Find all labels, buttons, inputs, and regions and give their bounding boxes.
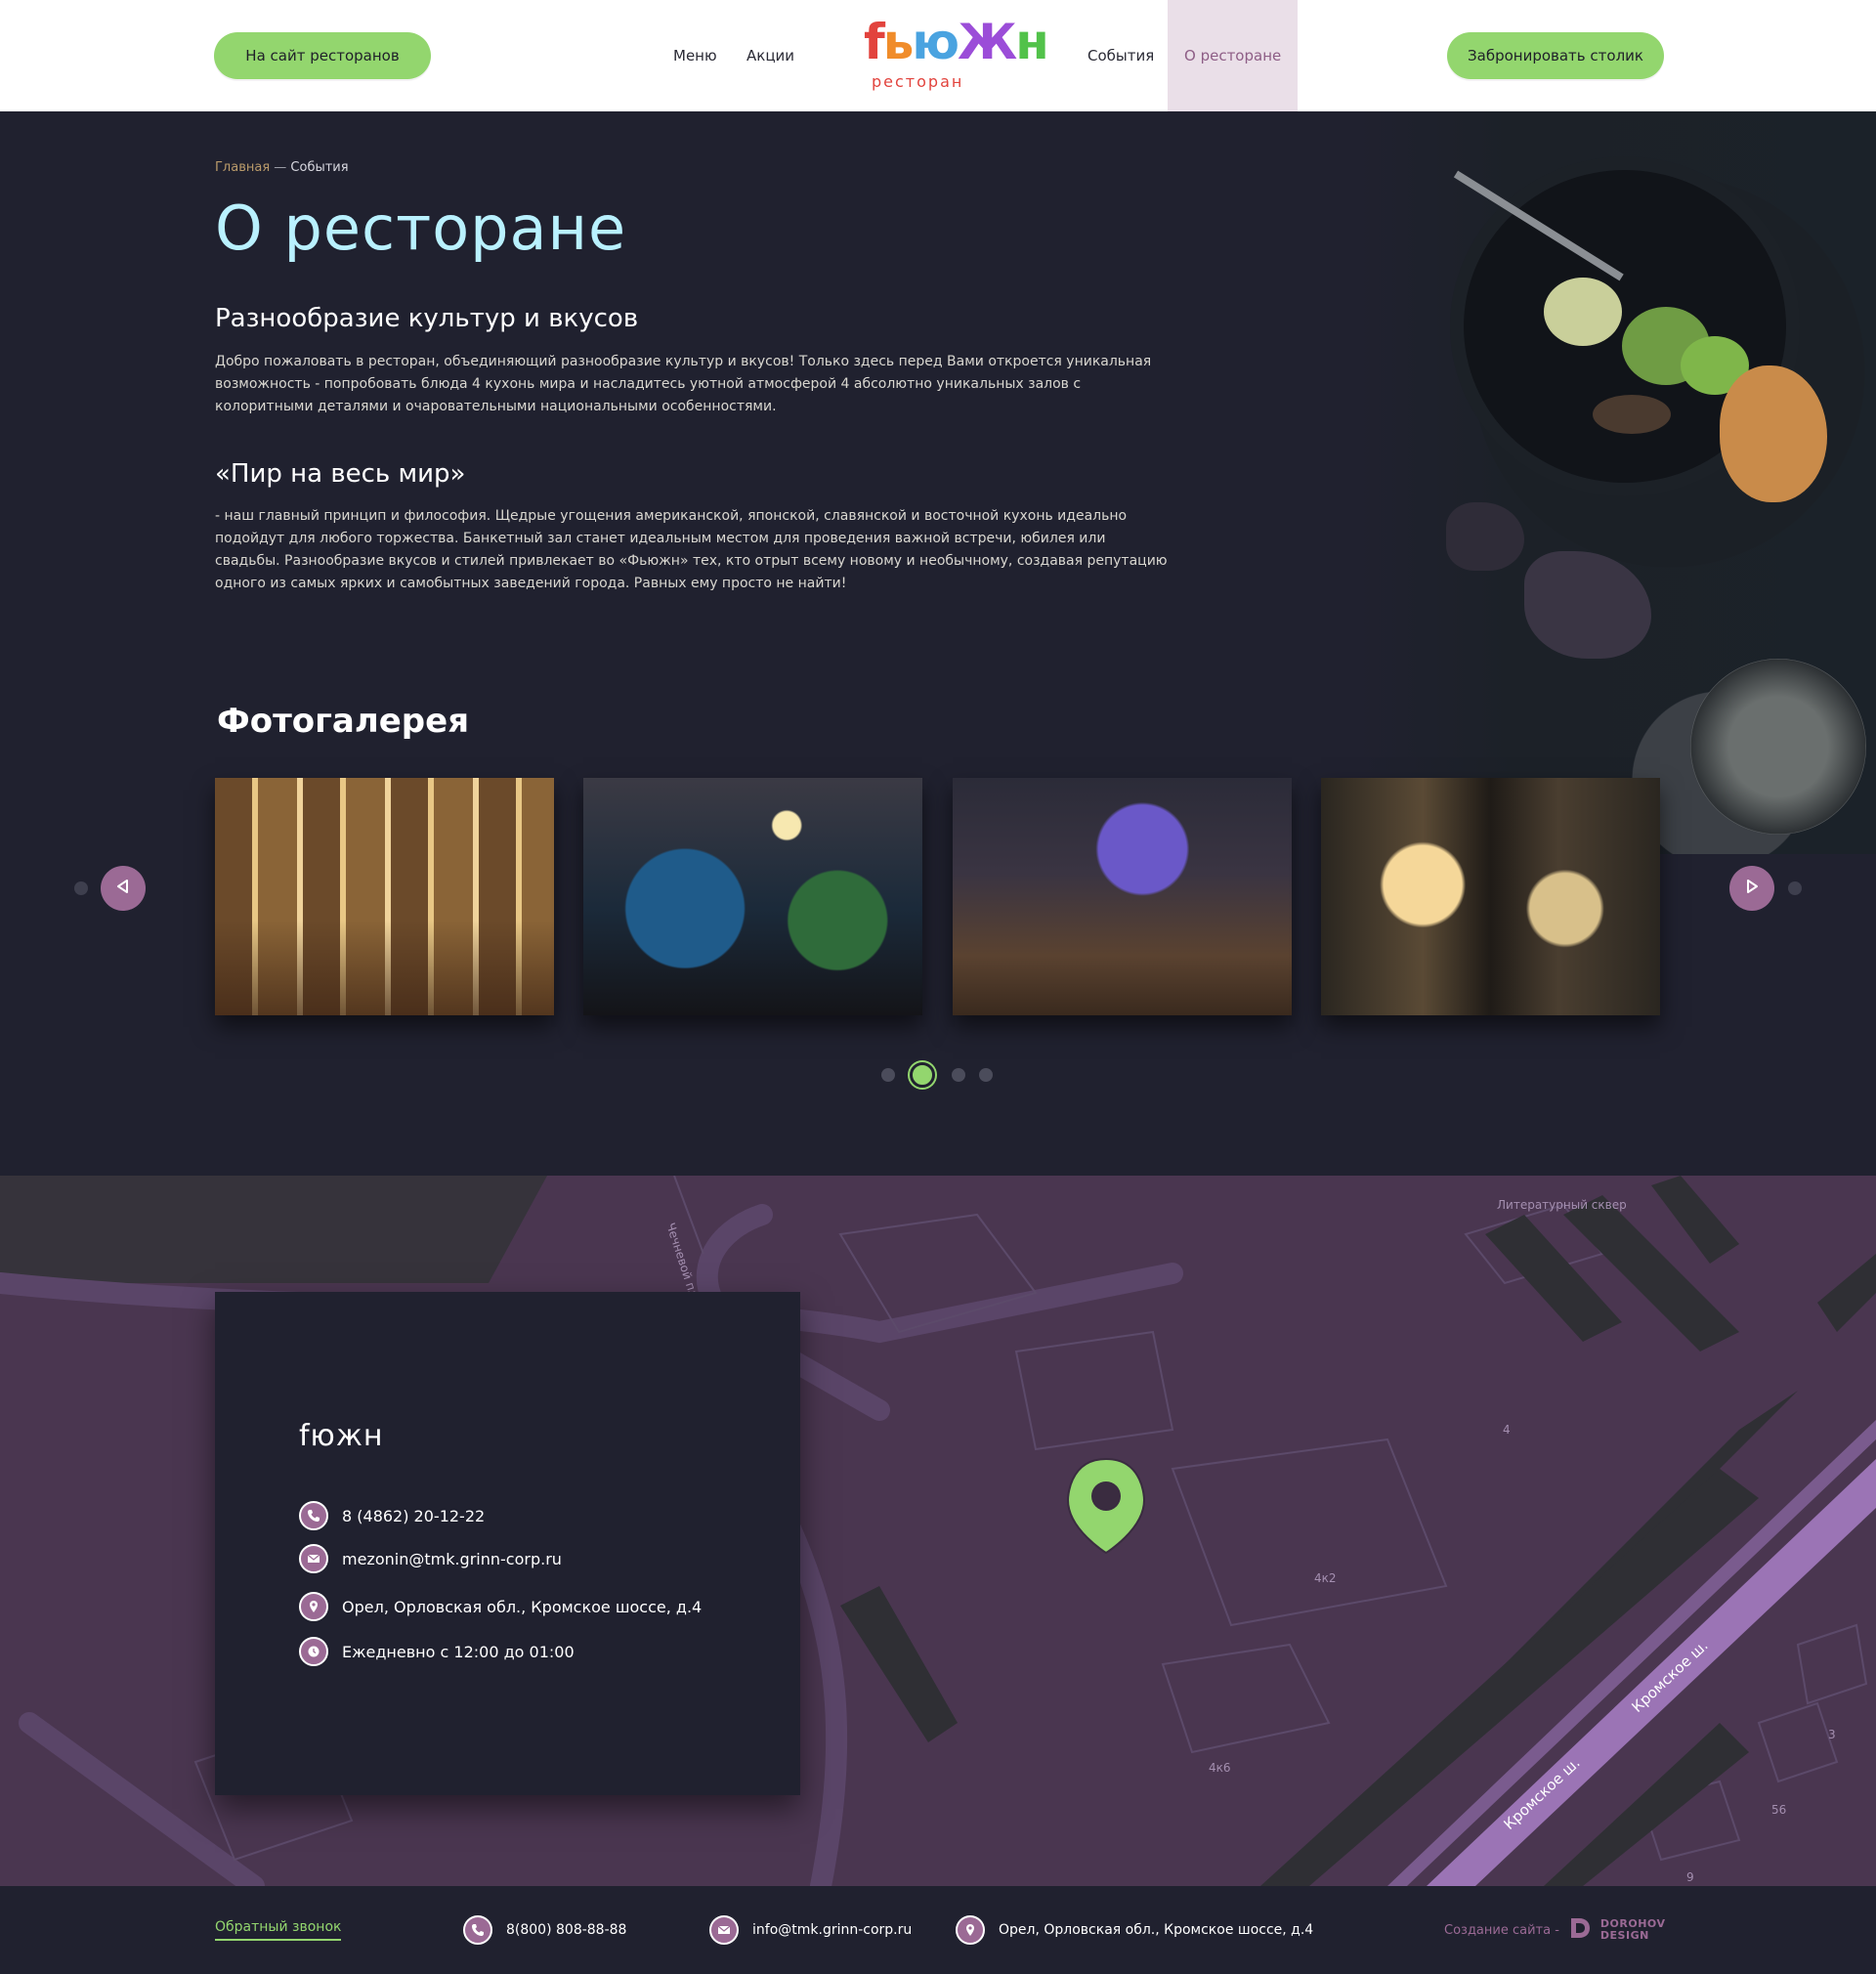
credit-text: Создание сайта - [1444, 1922, 1559, 1938]
gallery-photo[interactable] [1321, 778, 1660, 1015]
gallery-side-dot-left [74, 881, 88, 895]
site-logo[interactable]: fьюЖн ресторан [864, 14, 1049, 96]
site-credit[interactable]: Создание сайта - DOROHOV DESIGN [1444, 1886, 1665, 1974]
credit-brand: DOROHOV DESIGN [1599, 1917, 1666, 1942]
restaurants-site-button[interactable]: На сайт ресторанов [214, 32, 431, 79]
map-label-park: Литературный сквер [1497, 1198, 1627, 1212]
gallery-photo[interactable] [583, 778, 922, 1015]
location-pin-icon [956, 1915, 985, 1945]
contact-hours-text: Ежедневно с 12:00 до 01:00 [342, 1642, 575, 1661]
envelope-icon [709, 1915, 739, 1945]
map-label-building: 4 [1503, 1423, 1511, 1437]
location-pin-icon [299, 1592, 328, 1621]
section-heading-cultures: Разнообразие культур и вкусов [215, 304, 639, 333]
footer-email-text: info@tmk.grinn-corp.ru [752, 1922, 913, 1938]
map-label-building: 4к2 [1314, 1571, 1337, 1585]
contact-phone-text: 8 (4862) 20-12-22 [342, 1506, 486, 1525]
gallery-title: Фотогалерея [217, 702, 470, 741]
book-table-button[interactable]: Забронировать столик [1447, 32, 1664, 79]
gallery-next-button[interactable] [1729, 866, 1774, 911]
map-label-building: 3 [1828, 1728, 1836, 1741]
breadcrumb-current: События [290, 160, 349, 175]
map-pin-icon[interactable] [1066, 1457, 1146, 1555]
contact-email[interactable]: mezonin@tmk.grinn-corp.ru [299, 1544, 562, 1573]
gallery-photo[interactable] [953, 778, 1292, 1015]
nav-about[interactable]: О ресторане [1168, 0, 1299, 111]
triangle-right-icon [1743, 878, 1761, 899]
site-header: На сайт ресторанов Меню Акции fьюЖн рест… [0, 0, 1876, 111]
contact-card-logo: fюжн [299, 1419, 384, 1453]
clock-icon [299, 1637, 328, 1666]
footer-phone[interactable]: 8(800) 808-88-88 [463, 1886, 626, 1974]
gallery-pager-dot-active[interactable] [910, 1062, 935, 1088]
map-label-building: 4к6 [1209, 1761, 1231, 1775]
section-heading-feast: «Пир на весь мир» [215, 459, 466, 489]
contact-hours: Ежедневно с 12:00 до 01:00 [299, 1637, 575, 1666]
logo-wordmark: fьюЖн [864, 14, 1049, 70]
footer-phone-text: 8(800) 808-88-88 [506, 1922, 627, 1938]
footer-address: Орел, Орловская обл., Кромское шоссе, д.… [956, 1886, 1313, 1974]
gallery-side-dot-right [1788, 881, 1802, 895]
map-label-building: 9 [1686, 1870, 1694, 1884]
gallery-pager-dot[interactable] [979, 1068, 993, 1082]
map-label-building: 56 [1771, 1803, 1786, 1817]
callback-link[interactable]: Обратный звонок [215, 1919, 342, 1941]
section-text-feast: - наш главный принцип и философия. Щедры… [215, 508, 1168, 591]
gallery-prev-button[interactable] [101, 866, 146, 911]
triangle-left-icon [114, 878, 132, 899]
gallery-photo[interactable] [215, 778, 554, 1015]
gallery-pager-dot[interactable] [881, 1068, 895, 1082]
gallery-pager-dot[interactable] [952, 1068, 965, 1082]
section-text-cultures: Добро пожаловать в ресторан, объединяющи… [215, 354, 1152, 414]
contact-email-text: mezonin@tmk.grinn-corp.ru [342, 1549, 562, 1568]
page-title: О ресторане [215, 193, 627, 264]
contact-address: Орел, Орловская обл., Кромское шоссе, д.… [299, 1592, 702, 1621]
breadcrumb-separator: — [270, 160, 291, 175]
footer-email[interactable]: info@tmk.grinn-corp.ru [709, 1886, 912, 1974]
breadcrumb: Главная — События [215, 160, 349, 175]
nav-promotions[interactable]: Акции [746, 0, 794, 111]
nav-menu[interactable]: Меню [673, 0, 717, 111]
contact-card: fюжн 8 (4862) 20-12-22 mezonin@tmk.grinn… [215, 1292, 800, 1795]
phone-icon [463, 1915, 492, 1945]
dorohov-logo-icon [1567, 1915, 1593, 1945]
footer-address-text: Орел, Орловская обл., Кромское шоссе, д.… [999, 1922, 1314, 1938]
logo-subtitle: ресторан [872, 72, 964, 91]
nav-events[interactable]: События [1087, 0, 1154, 111]
contact-address-text: Орел, Орловская обл., Кромское шоссе, д.… [342, 1597, 703, 1616]
site-footer: Обратный звонок 8(800) 808-88-88 info@tm… [0, 1886, 1876, 1974]
breadcrumb-home[interactable]: Главная [215, 160, 270, 175]
contact-phone[interactable]: 8 (4862) 20-12-22 [299, 1501, 485, 1530]
envelope-icon [299, 1544, 328, 1573]
phone-icon [299, 1501, 328, 1530]
hero-food-image [1358, 111, 1876, 854]
